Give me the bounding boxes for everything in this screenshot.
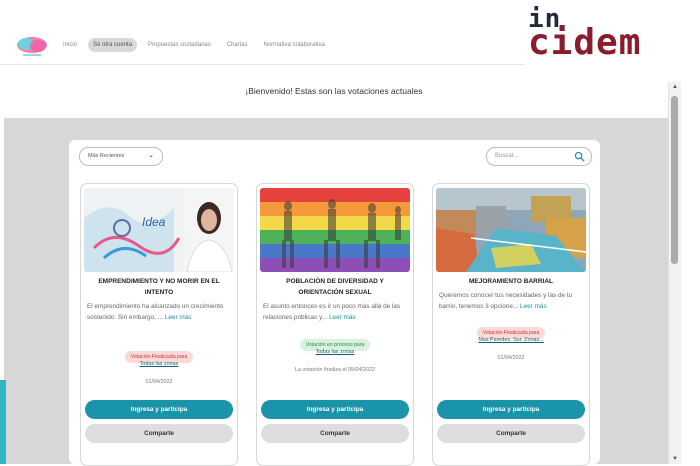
main-nav: Inicio Sé otra cuenta Propuestas ciudada…	[58, 38, 330, 52]
card-description: El emprendimiento ha alcanzado un crecim…	[87, 303, 224, 321]
search-input[interactable]: Buscar...	[486, 147, 592, 166]
site-logo-icon[interactable]	[14, 34, 50, 58]
nav-item-propuestas[interactable]: Propuestas ciudadanas	[143, 38, 216, 52]
vote-date: 01/04/2022	[497, 355, 525, 361]
read-more-link[interactable]: Leer más	[165, 314, 192, 321]
zones-link[interactable]: Mas Paredes, Sur, Zonas...	[433, 337, 589, 343]
participate-button[interactable]: Ingresa y participa	[261, 400, 409, 419]
vote-date: 01/04/2022	[145, 379, 173, 385]
sort-dropdown[interactable]: Más Recientes ⌄	[79, 147, 163, 166]
participate-button[interactable]: Ingresa y participa	[437, 400, 585, 419]
page-title: ¡Bienvenido! Estas son las votaciones ac…	[245, 86, 423, 96]
logo-text-cidem: cidem	[528, 22, 642, 63]
card-title: EMPRENDIMIENTO Y NO MORIR EN EL INTENTO	[98, 278, 220, 296]
read-more-link[interactable]: Leer más	[520, 303, 547, 310]
incidem-logo: in cidem	[522, 4, 700, 68]
scroll-thumb[interactable]	[671, 96, 678, 264]
chevron-down-icon: ⌄	[148, 152, 154, 159]
card-title: MEJORAMIENTO BARRIAL	[468, 278, 554, 285]
vote-card: POBLACIÓN DE DIVERSIDAD Y ORIENTACIÓN SE…	[256, 183, 414, 466]
site-header: Inicio Sé otra cuenta Propuestas ciudada…	[0, 30, 525, 65]
read-more-link[interactable]: Leer más	[329, 314, 356, 321]
svg-text:Idea: Idea	[142, 215, 166, 229]
card-description: Queremos conocer tus necesidades y las d…	[439, 292, 573, 310]
scroll-down-icon[interactable]: ▼	[672, 456, 678, 462]
share-button[interactable]: Comparte	[437, 424, 585, 443]
zones-link[interactable]: Todas las zonas	[81, 361, 237, 367]
card-image-diversity	[260, 188, 410, 272]
share-button[interactable]: Comparte	[85, 424, 233, 443]
card-image-neighborhood	[436, 188, 586, 272]
sort-dropdown-label: Más Recientes	[88, 153, 125, 159]
nav-item-inicio[interactable]: Inicio	[58, 38, 82, 52]
participate-button[interactable]: Ingresa y participa	[85, 400, 233, 419]
vote-card: MEJORAMIENTO BARRIAL Queremos conocer tu…	[432, 183, 590, 466]
vertical-scrollbar[interactable]: ▲ ▼	[668, 82, 681, 464]
zones-link[interactable]: Todas las zonas	[257, 349, 413, 355]
card-image-entrepreneur: Idea	[84, 188, 234, 272]
nav-item-normativa[interactable]: Normativa colaborativa	[258, 38, 329, 52]
scroll-up-icon[interactable]: ▲	[672, 84, 678, 90]
share-button[interactable]: Comparte	[261, 424, 409, 443]
search-icon[interactable]	[574, 151, 585, 162]
nav-item-cuenta[interactable]: Sé otra cuenta	[88, 38, 138, 52]
vote-date: La votación finaliza el 05/04/2022	[294, 367, 376, 373]
card-title: POBLACIÓN DE DIVERSIDAD Y ORIENTACIÓN SE…	[286, 278, 384, 296]
vote-card: Idea EMPRENDIMIENTO Y NO MORIR EN EL INT…	[80, 183, 238, 466]
nav-item-charlas[interactable]: Charlas	[222, 38, 253, 52]
search-placeholder: Buscar...	[495, 153, 519, 159]
card-description: El asunto entonces es ir un poco más all…	[263, 303, 401, 321]
decorative-corner	[0, 380, 6, 464]
